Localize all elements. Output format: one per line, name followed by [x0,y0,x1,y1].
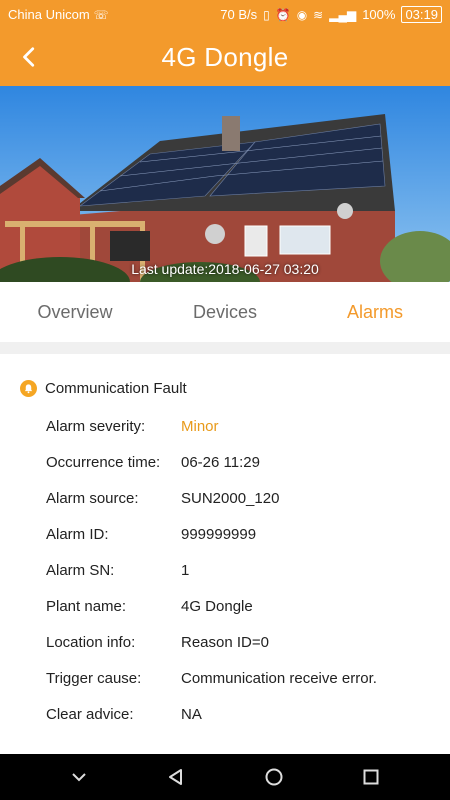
detail-row: Alarm SN: 1 [46,552,450,588]
detail-row: Alarm severity: Minor [46,408,450,444]
plant-photo: Last update:2018-06-27 03:20 [0,86,450,282]
detail-value: 999999999 [181,525,257,543]
detail-row: Trigger cause: Communication receive err… [46,660,450,696]
tab-alarms[interactable]: Alarms [300,302,450,323]
recent-apps-button[interactable] [351,757,391,797]
page-title: 4G Dongle [161,42,289,72]
system-back-button[interactable] [156,757,196,797]
alarm-details: Alarm severity: Minor Occurrence time: 0… [0,408,450,732]
alarm-header: Communication Fault [0,354,450,402]
detail-row: Plant name: 4G Dongle [46,588,450,624]
detail-key: Occurrence time: [46,453,161,471]
phone-icon: ☏ [93,7,109,22]
tab-bar: Overview Devices Alarms [0,282,450,342]
signal-icon: ▂▄▆ [329,7,357,22]
carrier-name: China Unicom [8,7,90,22]
circle-home-icon [265,768,283,786]
status-left: China Unicom ☏ [8,7,109,22]
eye-icon: ◉ [296,7,308,22]
detail-key: Plant name: [46,597,127,615]
detail-key: Alarm SN: [46,561,115,579]
detail-value: Reason ID=0 [181,633,269,651]
detail-value: NA [181,705,202,723]
alarm-clock-icon: ⏰ [275,7,291,22]
alarm-title: Communication Fault [45,379,187,397]
tab-devices[interactable]: Devices [150,302,300,323]
hide-nav-button[interactable] [59,757,99,797]
detail-row: Alarm ID: 999999999 [46,516,450,552]
detail-key: Trigger cause: [46,669,142,687]
detail-key: Alarm ID: [46,525,109,543]
tab-overview[interactable]: Overview [0,302,150,323]
battery-level: 100% [362,7,396,22]
detail-value: Communication receive error. [181,669,377,687]
status-right: 70 B/s ▯ ⏰ ◉ ≋ ▂▄▆ 100% 03:19 [220,6,442,23]
detail-key: Alarm source: [46,489,139,507]
chevron-left-icon [23,47,35,67]
detail-value: 1 [181,561,190,579]
bell-icon [20,379,37,397]
triangle-back-icon [169,769,183,785]
app-bar: 4G Dongle [0,29,450,86]
detail-value: SUN2000_120 [181,489,280,507]
detail-value: 4G Dongle [181,597,253,615]
detail-key: Location info: [46,633,136,651]
net-speed: 70 B/s [220,7,258,22]
detail-key: Alarm severity: [46,417,146,435]
last-update-text: Last update:2018-06-27 03:20 [131,261,319,277]
detail-row: Occurrence time: 06-26 11:29 [46,444,450,480]
detail-row: Location info: Reason ID=0 [46,624,450,660]
clock-time: 03:19 [401,6,442,23]
alarm-card: Communication Fault Alarm severity: Mino… [0,354,450,754]
home-button[interactable] [254,757,294,797]
detail-row: Alarm source: SUN2000_120 [46,480,450,516]
detail-value: 06-26 11:29 [181,453,260,471]
house-illustration [0,86,450,282]
system-nav-bar [0,754,450,800]
wifi-icon: ≋ [313,7,324,22]
chevron-down-icon [72,773,86,782]
status-bar: China Unicom ☏ 70 B/s ▯ ⏰ ◉ ≋ ▂▄▆ 100% 0… [0,0,450,29]
severity-value: Minor [181,417,219,435]
detail-row: Clear advice: NA [46,696,450,732]
detail-key: Clear advice: [46,705,134,723]
square-recent-icon [363,769,379,785]
back-button[interactable] [14,41,46,73]
vibrate-icon: ▯ [263,7,270,22]
